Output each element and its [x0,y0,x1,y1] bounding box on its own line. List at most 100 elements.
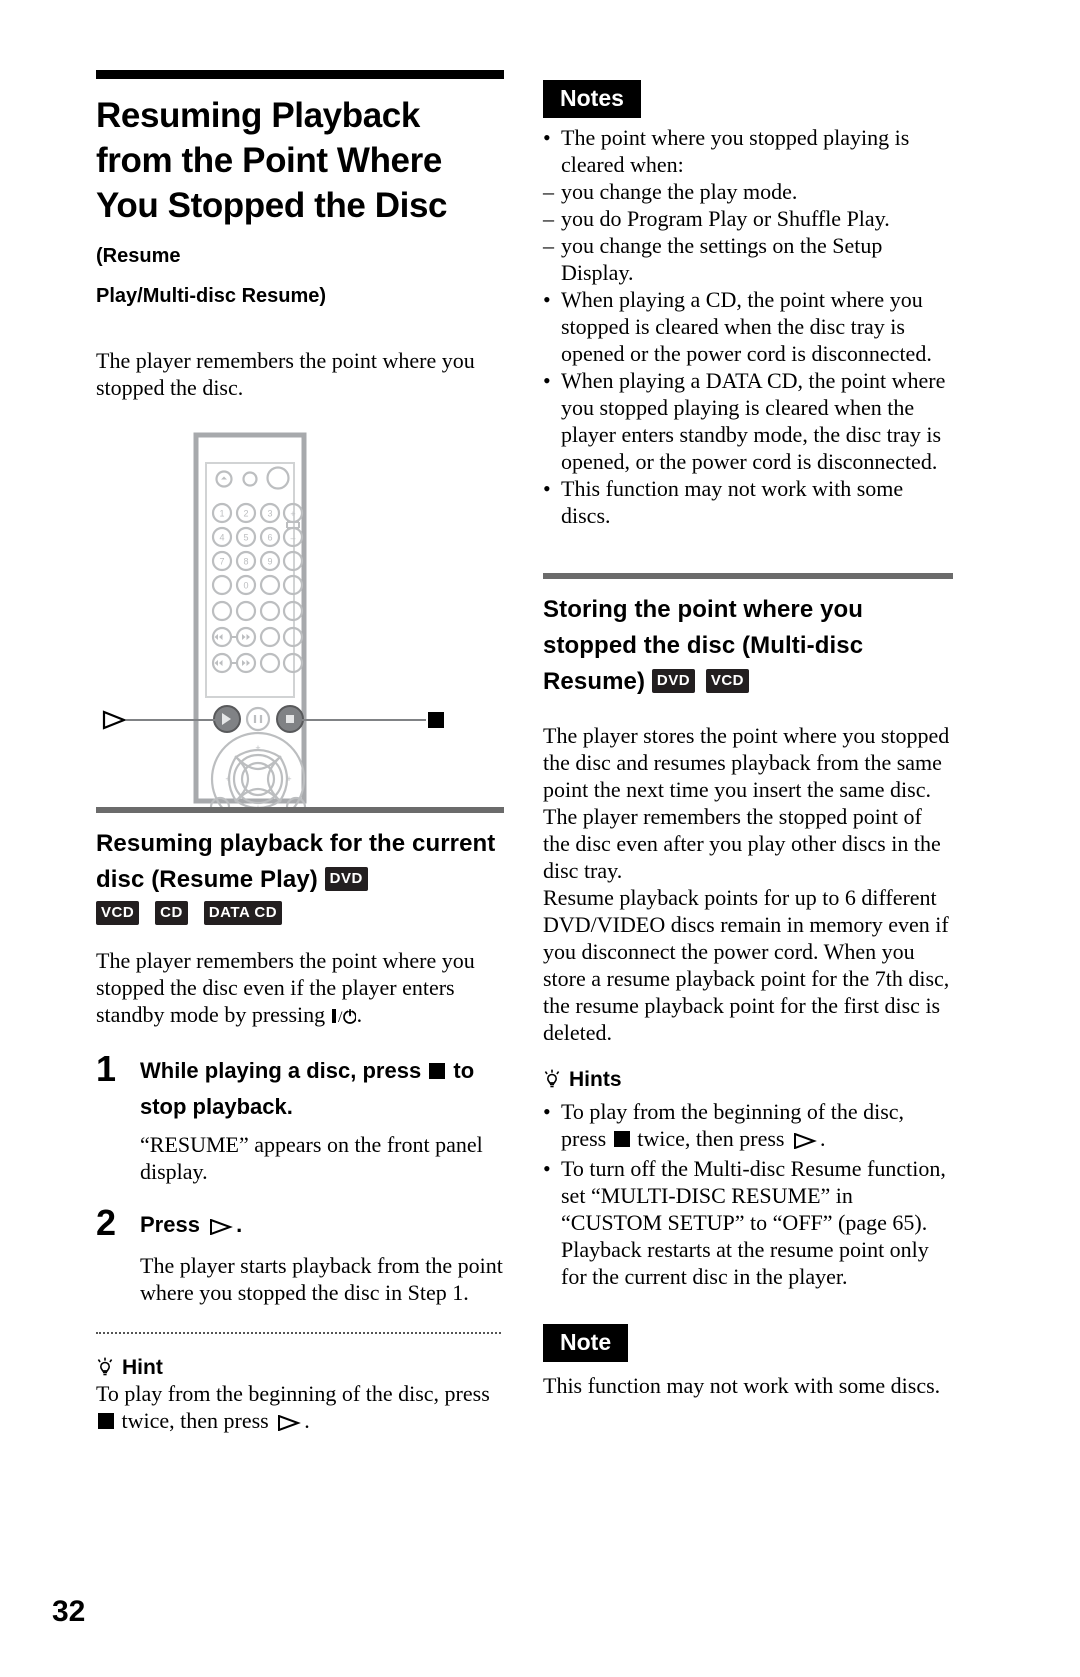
storing-paragraph-2: Resume playback points for up to 6 diffe… [543,885,950,1045]
stop-icon [429,1063,446,1079]
storing-section-rule [543,573,953,579]
list-text: you change the play mode. [561,179,798,204]
section2-intro-part2: . [356,1002,363,1027]
section2-intro: The player remembers the point where you… [96,947,504,1031]
list-marker: • [543,476,551,501]
hints-label: Hints [569,1068,622,1091]
list-marker: • [543,1099,551,1124]
svg-text:2: 2 [243,509,248,519]
svg-text:+: + [286,774,291,784]
play-icon [209,1210,233,1246]
stop-callout-glyph [428,712,444,728]
hint-text: To play from the beginning of the disc, … [96,1380,504,1437]
hints-item-1-part2: twice, then press [631,1126,790,1151]
hint-heading: Hint [96,1356,504,1380]
hints-item-2-text: To turn off the Multi-disc Resume functi… [561,1156,946,1289]
stop-icon [613,1131,630,1147]
list-marker: • [543,125,551,150]
title-rule [96,70,504,79]
note-text: This function may not work with some dis… [543,1373,941,1398]
page-title-suffix: (Resume [96,245,181,267]
section2-badge-row: VCD CD DATA CD [96,901,504,925]
svg-text:+: + [225,774,230,784]
svg-text:7: 7 [219,557,224,567]
storing-section-heading-text: Storing the point where you stopped the … [543,596,864,695]
list-text: This function may not work with some dis… [561,476,904,528]
list-text: The point where you stopped playing is c… [561,125,910,177]
list-item: – you change the play mode. [543,178,953,205]
intro-paragraph: The player remembers the point where you… [96,348,475,400]
list-item: – you change the settings on the Setup D… [543,232,953,286]
notes-box: Notes • The point where you stopped play… [543,80,953,529]
list-item: • To turn off the Multi-disc Resume func… [543,1155,953,1290]
page-title-main: Resuming Playback from the Point Where Y… [96,96,448,225]
step-2-instruction-part1: Press [140,1212,207,1237]
remote-control-illustration: .bd { fill:none; stroke:#a7a9ac; stroke-… [96,429,504,827]
step-2: 2 Press . The player starts playback fro… [96,1203,504,1306]
disc-badge-cd: CD [155,901,188,925]
list-item: • To play from the beginning of the disc… [543,1098,953,1155]
section2-intro-part1: The player remembers the point where you… [96,948,475,1027]
step-1-number: 1 [96,1048,117,1089]
svg-text:5: 5 [243,533,248,543]
svg-text:/: / [338,1009,343,1025]
step-1-instruction: While playing a disc, press to stop play… [140,1053,504,1125]
svg-text:4: 4 [219,533,224,543]
page-number: 32 [52,1595,86,1628]
svg-text:9: 9 [267,557,272,567]
hints-item-1-part3: . [819,1126,826,1151]
step-2-detail: The player starts playback from the poin… [140,1253,503,1305]
svg-text:8: 8 [243,557,248,567]
manual-page: Resuming Playback from the Point Where Y… [0,0,1080,1677]
list-marker: • [543,287,551,312]
list-marker: – [543,179,554,204]
svg-text:3: 3 [267,509,272,519]
hint-text-part2: twice, then press [116,1408,275,1433]
svg-text:–: – [290,533,295,543]
list-text: you do Program Play or Shuffle Play. [561,206,890,231]
play-callout-glyph [102,710,127,730]
section2-rule [96,807,504,813]
svg-text:6: 6 [267,533,272,543]
list-item: – you do Program Play or Shuffle Play. [543,205,953,232]
power-standby-icon: / [331,1004,357,1031]
play-icon [277,1410,302,1437]
svg-text:+: + [255,743,260,753]
page-title-continued: Play/Multi-disc Resume) [96,285,327,307]
list-item: • When playing a DATA CD, the point wher… [543,367,953,475]
remote-control-svg: .bd { fill:none; stroke:#a7a9ac; stroke-… [102,432,444,827]
page-title: Resuming Playback from the Point Where Y… [96,93,504,279]
step-2-number: 2 [96,1202,117,1243]
section2-heading: Resuming playback for the current disc (… [96,826,504,898]
hint-label: Hint [122,1356,163,1379]
list-marker: • [543,368,551,393]
stop-icon [98,1413,114,1429]
hints-list: • To play from the beginning of the disc… [543,1098,953,1290]
disc-badge-vcd: VCD [96,901,140,925]
disc-badge-dvd: DVD [324,867,368,891]
list-marker: – [543,233,554,258]
disc-badge-dvd: DVD [651,669,696,693]
hints-heading: Hints [543,1068,953,1092]
list-text: you change the settings on the Setup Dis… [561,233,883,285]
svg-text:1: 1 [219,509,224,519]
hint-text-part1: To play from the beginning of the disc, … [96,1381,490,1406]
storing-section-heading: Storing the point where you stopped the … [543,592,953,700]
list-marker: – [543,206,554,231]
hint-text-part3: . [304,1408,310,1433]
list-item: • This function may not work with some d… [543,475,953,529]
lightbulb-icon [543,1069,561,1091]
lightbulb-icon [96,1357,114,1379]
list-text: When playing a DATA CD, the point where … [561,368,946,474]
play-icon [793,1128,817,1155]
notes-label: Notes [543,80,641,118]
list-text: When playing a CD, the point where you s… [561,287,932,366]
disc-badge-vcd: VCD [705,669,749,693]
list-item: • When playing a CD, the point where you… [543,286,953,367]
left-column: Resuming Playback from the Point Where Y… [96,70,504,1437]
step-1-detail: “RESUME” appears on the front panel disp… [140,1132,483,1184]
svg-text:0: 0 [243,581,248,591]
notes-list: • The point where you stopped playing is… [543,124,953,529]
note-box: Note This function may not work with som… [543,1324,953,1399]
storing-paragraph-1: The player stores the point where you st… [543,723,950,883]
